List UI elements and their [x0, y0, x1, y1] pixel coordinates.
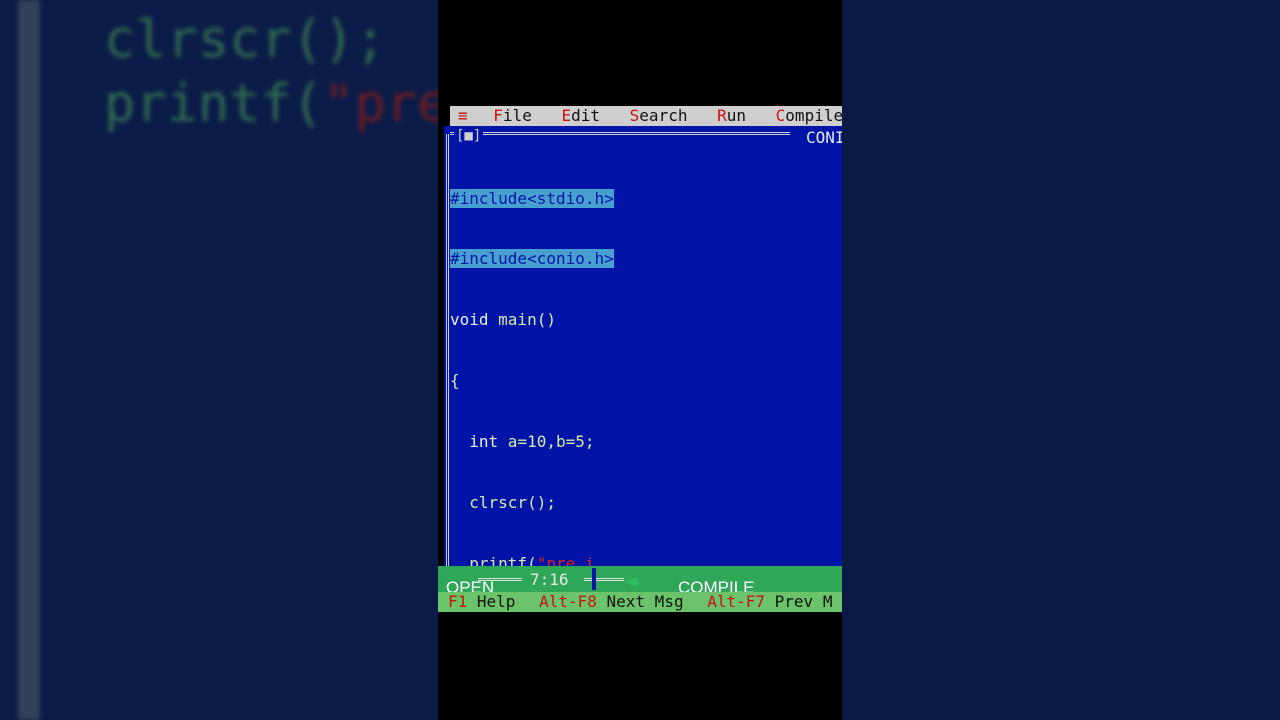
code-printf-call: printf( [450, 553, 537, 566]
menu-compile-hotkey: C [775, 106, 786, 125]
code-line-2: #include<conio.h> [450, 249, 614, 269]
menu-compile[interactable]: Compile [776, 106, 842, 126]
window-border-top [450, 132, 790, 139]
code-keyword-int: int [450, 432, 499, 452]
status-bar: 7:16 ◄■ [438, 566, 842, 592]
code-line-4: { [450, 371, 614, 391]
hint-bar: F1 Help Alt-F8 Next Msg Alt-F7 Prev M [438, 592, 842, 612]
menu-file[interactable]: File [493, 106, 532, 126]
code-int-decl: a=10,b=5; [498, 432, 595, 452]
menu-file-hotkey: F [493, 106, 503, 125]
code-open-brace: { [450, 371, 460, 391]
background-code-line-2: printf("pre [104, 74, 438, 134]
code-line-7: printf("pre i_ [450, 554, 614, 566]
system-menu-icon[interactable]: ≡ [458, 106, 468, 126]
editor-window[interactable]: [■] CONI #include<stdio.h> #include<coni… [444, 126, 842, 566]
hint-text-next-msg: Next Msg [606, 592, 684, 611]
cursor-position: 7:16 [530, 570, 569, 589]
menu-edit-label: dit [571, 106, 601, 125]
menu-run[interactable]: Run [717, 106, 746, 126]
hint-text-prev-msg: Prev M [774, 592, 833, 611]
background-code-fn: printf( [104, 74, 324, 134]
window-title: CONI [802, 128, 842, 147]
menu-edit[interactable]: Edit [561, 106, 600, 126]
hint-text-help: Help [476, 592, 516, 611]
menu-run-label: un [726, 106, 747, 125]
code-line-1-text: #include<stdio.h> [450, 188, 614, 208]
background-code-line-1: clrscr(); [104, 10, 386, 70]
background-scrollbar-blur [18, 0, 40, 720]
hint-key-f1[interactable]: F1 [448, 592, 467, 611]
background-code-str: "pre [323, 74, 438, 134]
menu-edit-hotkey: E [561, 106, 572, 125]
status-separator [592, 568, 596, 590]
background-right [842, 0, 1280, 720]
text-cursor: _ [594, 553, 605, 566]
code-main-decl: main() [488, 310, 556, 330]
ide-frame: ≡ File Edit Search Run Compile D [■] CON… [438, 0, 842, 720]
code-keyword-void: void [450, 310, 489, 330]
code-line-5: int a=10,b=5; [450, 432, 614, 452]
code-line-6: clrscr(); [450, 493, 614, 513]
background-left: clrscr(); printf("pre [0, 0, 438, 720]
menu-bar: ≡ File Edit Search Run Compile D [450, 106, 842, 126]
window-close-button[interactable]: [■] [454, 128, 484, 144]
code-clrscr-call: clrscr(); [450, 493, 556, 513]
menu-search-hotkey: S [629, 106, 640, 125]
menu-search[interactable]: Search [630, 106, 688, 126]
close-box-icon: [■] [456, 128, 482, 144]
code-area[interactable]: #include<stdio.h> #include<conio.h> void… [450, 148, 614, 566]
code-string-literal: "pre i [536, 553, 595, 566]
menu-file-label: ile [502, 106, 532, 125]
status-border-mid [584, 578, 624, 584]
menu-search-label: earch [639, 106, 688, 125]
menu-compile-label: ompile [785, 106, 842, 125]
hint-key-alt-f8[interactable]: Alt-F8 [539, 592, 597, 611]
code-line-3: void main() [450, 310, 614, 330]
code-line-2-text: #include<conio.h> [450, 249, 614, 269]
code-line-1: #include<stdio.h> [450, 188, 614, 209]
scroll-marker-icon: ◄■ [624, 574, 639, 588]
hint-key-alt-f7[interactable]: Alt-F7 [707, 592, 765, 611]
menu-run-hotkey: R [717, 106, 727, 125]
